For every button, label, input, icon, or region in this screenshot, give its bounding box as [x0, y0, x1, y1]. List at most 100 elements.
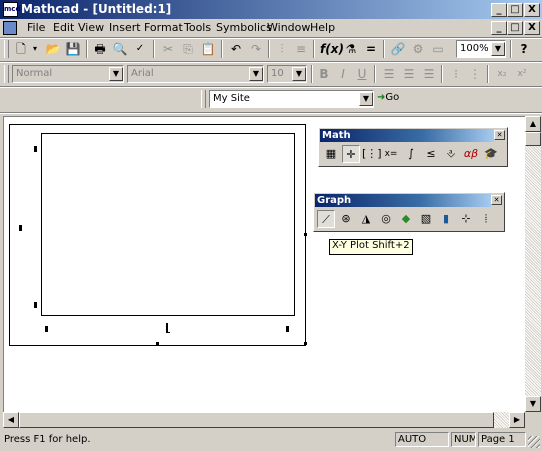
symbolic-toolbar-icon[interactable]: 🎓 [482, 145, 500, 163]
numbering-icon[interactable]: ⋮ [467, 66, 483, 82]
menu-symbolics[interactable]: Symbolics [216, 21, 272, 34]
calculate-icon[interactable]: = [363, 41, 379, 57]
x-axis-expression-cursor[interactable] [166, 323, 170, 333]
scroll-left-icon[interactable]: ◀ [3, 412, 19, 428]
copy-icon[interactable]: ⎘ [180, 41, 196, 57]
scroll-right-icon[interactable]: ▶ [509, 412, 525, 428]
resources-icon[interactable]: ▭ [430, 41, 446, 57]
zoom-dropdown-icon[interactable]: ▼ [491, 42, 505, 56]
insert-hyperlink-icon[interactable]: 🔗 [390, 41, 406, 57]
bullets-icon[interactable]: ⁝ [448, 66, 464, 82]
align-right-icon[interactable]: ☰ [421, 66, 437, 82]
resources-toolbar-grip[interactable] [201, 90, 206, 108]
vertical-scroll-thumb[interactable] [525, 132, 541, 146]
toolbar-separator [311, 65, 313, 83]
print-preview-icon[interactable]: 🔍 [112, 41, 128, 57]
3d-scatter-icon[interactable]: ◆ [397, 210, 415, 228]
superscript-icon[interactable]: x² [514, 66, 530, 82]
resize-handle-right[interactable] [304, 233, 307, 236]
programming-toolbar-icon[interactable]: ⎀ [442, 145, 460, 163]
greek-toolbar-icon[interactable]: αβ [462, 145, 480, 163]
menu-file[interactable]: File [27, 21, 45, 34]
align-down-icon[interactable]: ≡ [293, 41, 309, 57]
menu-insert[interactable]: Insert [109, 21, 141, 34]
xy-plot-icon[interactable]: ⟋ [317, 210, 335, 228]
underline-icon[interactable]: U [354, 66, 370, 82]
go-button[interactable]: ➜Go [377, 92, 399, 103]
graph-palette-close-icon[interactable]: ✕ [491, 195, 502, 205]
matrix-toolbar-icon[interactable]: [⋮] [362, 145, 382, 163]
vertical-scrollbar[interactable] [525, 116, 541, 412]
redo-icon[interactable]: ↷ [248, 41, 264, 57]
doc-close-button[interactable]: X [524, 21, 540, 35]
menu-help[interactable]: Help [310, 21, 335, 34]
resize-handle-corner[interactable] [304, 342, 307, 345]
bold-icon[interactable]: B [316, 66, 332, 82]
minimize-button[interactable]: _ [491, 3, 507, 17]
insert-unit-icon[interactable]: ⚗ [343, 41, 359, 57]
doc-minimize-button[interactable]: _ [491, 21, 507, 35]
size-dropdown-icon[interactable]: ▼ [292, 67, 306, 81]
3d-bar-icon[interactable]: ▧ [417, 210, 435, 228]
close-button[interactable]: X [524, 3, 540, 17]
size-grip-icon[interactable] [528, 436, 540, 448]
align-left-icon[interactable]: ☰ [381, 66, 397, 82]
maximize-button[interactable]: □ [507, 3, 523, 17]
evaluation-toolbar-icon[interactable]: x= [382, 145, 400, 163]
calculus-toolbar-icon[interactable]: ∫ [402, 145, 420, 163]
horizontal-scroll-thumb[interactable] [19, 412, 494, 428]
y-axis-lower-limit-placeholder[interactable] [34, 302, 37, 308]
open-icon[interactable]: 📂 [45, 41, 61, 57]
spell-check-icon[interactable]: ✓ [132, 41, 148, 57]
cut-icon[interactable]: ✂ [160, 41, 176, 57]
vector-field-icon[interactable]: ▮ [437, 210, 455, 228]
component-wizard-icon[interactable]: ⚙ [410, 41, 426, 57]
scroll-down-icon[interactable]: ▼ [525, 396, 541, 412]
menu-window[interactable]: Window [267, 21, 310, 34]
menu-edit[interactable]: Edit [53, 21, 74, 34]
site-combo[interactable]: My Site [209, 90, 374, 108]
style-combo[interactable]: Normal [12, 65, 124, 83]
polar-plot-icon[interactable]: ⊛ [337, 210, 355, 228]
trace-icon[interactable]: ⦙ [477, 210, 495, 228]
undo-icon[interactable]: ↶ [228, 41, 244, 57]
menu-format[interactable]: Format [144, 21, 183, 34]
x-axis-lower-limit-placeholder[interactable] [45, 326, 48, 332]
style-dropdown-icon[interactable]: ▼ [109, 67, 123, 81]
insert-function-icon[interactable]: f(x) [320, 41, 344, 57]
resize-handle-bottom[interactable] [156, 342, 159, 345]
y-axis-upper-limit-placeholder[interactable] [34, 146, 37, 152]
surface-plot-icon[interactable]: ◮ [357, 210, 375, 228]
italic-icon[interactable]: I [335, 66, 351, 82]
graph-toolbar-icon[interactable]: ✛ [342, 145, 360, 163]
status-help-text: Press F1 for help. [4, 434, 91, 445]
menu-view[interactable]: View [78, 21, 104, 34]
new-dropdown-icon[interactable]: ▾ [27, 41, 43, 57]
toolbar-grip[interactable] [4, 40, 9, 58]
y-axis-expression-placeholder[interactable] [19, 225, 22, 231]
print-icon[interactable]: 🖶 [92, 41, 108, 57]
scroll-up-icon[interactable]: ▲ [525, 116, 541, 132]
zoom-plot-icon[interactable]: ⊹ [457, 210, 475, 228]
paste-icon[interactable]: 📋 [200, 41, 216, 57]
font-combo[interactable]: Arial [127, 65, 264, 83]
align-across-icon[interactable]: ⫶ [274, 41, 290, 57]
mathcad-app-icon[interactable]: mcd [3, 2, 20, 17]
save-icon[interactable]: 💾 [65, 41, 81, 57]
status-page: Page 1 [478, 432, 526, 447]
xy-plot-frame[interactable] [41, 133, 295, 316]
doc-restore-button[interactable]: □ [507, 21, 523, 35]
menu-tools[interactable]: Tools [184, 21, 211, 34]
site-dropdown-icon[interactable]: ▼ [359, 92, 373, 106]
subscript-icon[interactable]: x₂ [494, 66, 510, 82]
math-palette-close-icon[interactable]: ✕ [494, 130, 505, 140]
x-axis-upper-limit-placeholder[interactable] [286, 326, 289, 332]
help-icon[interactable]: ? [516, 41, 532, 57]
font-dropdown-icon[interactable]: ▼ [249, 67, 263, 81]
contour-plot-icon[interactable]: ◎ [377, 210, 395, 228]
document-icon[interactable] [3, 21, 17, 35]
format-toolbar-grip[interactable] [4, 65, 9, 83]
boolean-toolbar-icon[interactable]: ≤ [422, 145, 440, 163]
align-center-icon[interactable]: ☰ [401, 66, 417, 82]
calculator-toolbar-icon[interactable]: ▦ [322, 145, 340, 163]
